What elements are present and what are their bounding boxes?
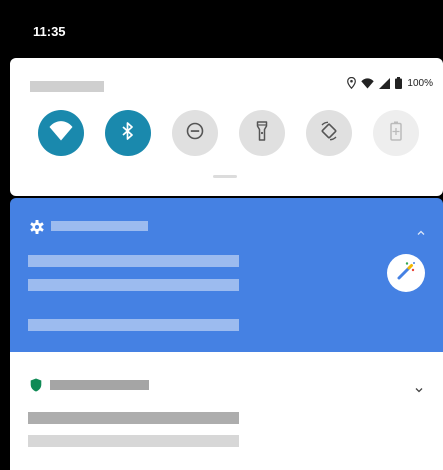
battery-saver-icon [390,121,402,146]
notification-title-placeholder [28,255,239,267]
notification-title-placeholder [28,412,239,424]
wifi-icon [49,120,73,146]
notification-app-name-placeholder [51,221,148,231]
battery-icon [395,77,403,89]
collapse-chevron-icon[interactable] [417,222,425,240]
shield-icon [30,378,42,397]
notification-action-button[interactable] [387,254,425,292]
magic-wand-icon [395,260,417,287]
quick-settings-panel: 100% [10,58,443,196]
dnd-tile[interactable] [172,110,218,156]
notification-detail-placeholder [28,319,239,331]
status-bar: 11:35 [0,0,443,58]
security-notification[interactable] [10,352,443,470]
bluetooth-tile[interactable] [105,110,151,156]
notification-app-name-placeholder [50,380,149,390]
bluetooth-icon [122,121,134,145]
wifi-signal-icon [361,77,375,89]
auto-rotate-icon [319,121,339,146]
location-icon [347,77,357,89]
settings-notification[interactable] [10,198,443,352]
auto-rotate-tile[interactable] [306,110,352,156]
wifi-tile[interactable] [38,110,84,156]
notification-text-placeholder [28,435,239,447]
expand-chevron-icon[interactable] [415,380,423,398]
quick-settings-status-icons: 100% [347,77,433,89]
quick-settings-header-placeholder [30,81,104,92]
notification-text-placeholder [28,279,239,291]
drag-handle[interactable] [213,175,237,178]
flashlight-icon [256,120,268,146]
quick-settings-tiles [38,110,419,156]
cell-signal-icon [379,77,391,89]
battery-percentage: 100% [407,77,433,89]
status-time: 11:35 [33,24,66,39]
battery-saver-tile[interactable] [373,110,419,156]
gear-icon [30,220,44,239]
flashlight-tile[interactable] [239,110,285,156]
do-not-disturb-icon [186,122,204,145]
